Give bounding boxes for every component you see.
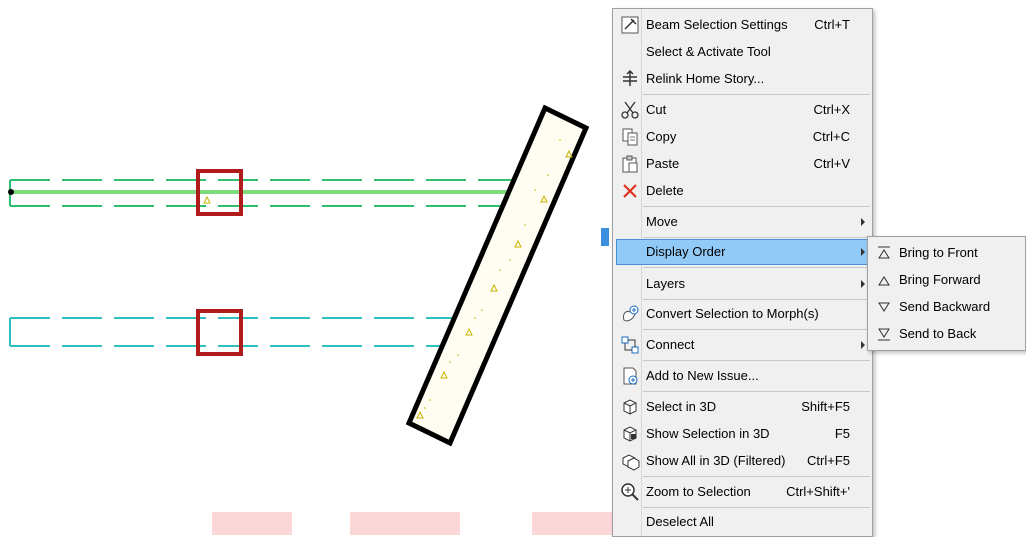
submenu-arrow-icon	[861, 218, 865, 226]
menu-shortcut: Shift+F5	[801, 399, 850, 414]
beam-upper[interactable]	[8, 179, 537, 207]
cube-all-icon	[619, 450, 641, 472]
send-to-back-icon	[875, 324, 893, 344]
menu-label: Convert Selection to Morph(s)	[646, 306, 819, 321]
menu-label: Bring to Front	[899, 245, 978, 260]
menu-shortcut: Ctrl+X	[813, 102, 850, 117]
submenu-item-bring-to-front[interactable]: Bring to Front	[869, 240, 1024, 266]
menu-item-zoom-to-selection[interactable]: Zoom to Selection Ctrl+Shift+'	[614, 479, 871, 505]
menu-shortcut: Ctrl+T	[814, 17, 850, 32]
menu-separator	[643, 237, 870, 238]
menu-item-show-selection-in-3d[interactable]: Show Selection in 3D F5	[614, 421, 871, 447]
menu-shortcut: F5	[834, 426, 850, 441]
bring-to-front-icon	[875, 243, 893, 263]
beam-lower[interactable]	[9, 317, 460, 347]
menu-item-relink-home-story[interactable]: Relink Home Story...	[614, 66, 871, 92]
menu-shortcut: Ctrl+C	[812, 129, 850, 144]
menu-label: Relink Home Story...	[646, 71, 765, 86]
zoom-selection-icon	[619, 481, 641, 503]
bring-forward-icon	[875, 270, 893, 290]
menu-separator	[643, 267, 870, 268]
menu-label: Show All in 3D (Filtered)	[646, 453, 786, 468]
menu-item-select-activate-tool[interactable]: Select & Activate Tool	[614, 39, 871, 65]
menu-label: Send to Back	[899, 326, 977, 341]
submenu-item-send-to-back[interactable]: Send to Back	[869, 321, 1024, 347]
menu-separator	[643, 476, 870, 477]
menu-item-move[interactable]: Move	[614, 209, 871, 235]
delete-x-icon	[619, 180, 641, 202]
submenu-arrow-icon	[861, 248, 865, 256]
menu-shortcut: Ctrl+Shift+'	[786, 484, 850, 499]
menu-separator	[643, 507, 870, 508]
menu-label: Bring Forward	[899, 272, 981, 287]
scissors-icon	[619, 99, 641, 121]
context-menu: Beam Selection Settings Ctrl+T Select & …	[612, 8, 873, 537]
menu-item-copy[interactable]: Copy Ctrl+C	[614, 124, 871, 150]
menu-item-display-order[interactable]: Display Order	[616, 239, 869, 265]
copy-icon	[619, 126, 641, 148]
menu-label: Beam Selection Settings	[646, 17, 788, 32]
relink-story-icon	[619, 68, 641, 90]
highlight-strip-2	[350, 512, 460, 535]
menu-label: Copy	[646, 129, 677, 144]
beam-diagonal[interactable]	[405, 104, 590, 447]
menu-label: Send Backward	[899, 299, 991, 314]
menu-item-show-all-in-3d[interactable]: Show All in 3D (Filtered) Ctrl+F5	[614, 448, 871, 474]
menu-item-paste[interactable]: Paste Ctrl+V	[614, 151, 871, 177]
menu-label: Zoom to Selection	[646, 484, 751, 499]
send-backward-icon	[875, 297, 893, 317]
menu-shortcut: Ctrl+V	[813, 156, 850, 171]
menu-label: Paste	[646, 156, 680, 171]
menu-separator	[643, 360, 870, 361]
morph-icon	[619, 303, 641, 325]
menu-item-layers[interactable]: Layers	[614, 271, 871, 297]
highlight-strip-3	[532, 512, 612, 535]
menu-label: Show Selection in 3D	[646, 426, 770, 441]
menu-separator	[643, 94, 870, 95]
menu-item-cut[interactable]: Cut Ctrl+X	[614, 97, 871, 123]
menu-shortcut: Ctrl+F5	[807, 453, 850, 468]
menu-separator	[643, 299, 870, 300]
menu-label: Select in 3D	[646, 399, 717, 414]
submenu-arrow-icon	[861, 280, 865, 288]
cube-select-icon	[619, 396, 641, 418]
menu-label: Layers	[646, 276, 686, 291]
submenu-item-bring-forward[interactable]: Bring Forward	[869, 267, 1024, 293]
highlight-strip-1	[212, 512, 292, 535]
submenu-item-send-backward[interactable]: Send Backward	[869, 294, 1024, 320]
menu-item-beam-selection-settings[interactable]: Beam Selection Settings Ctrl+T	[614, 12, 871, 38]
menu-item-add-to-new-issue[interactable]: Add to New Issue...	[614, 363, 871, 389]
menu-label: Connect	[646, 337, 695, 352]
connect-icon	[619, 334, 641, 356]
menu-label: Delete	[646, 183, 684, 198]
new-issue-icon	[619, 365, 641, 387]
side-marker	[601, 228, 609, 246]
menu-item-delete[interactable]: Delete	[614, 178, 871, 204]
menu-separator	[643, 206, 870, 207]
display-order-submenu: Bring to Front Bring Forward Send Backwa…	[867, 236, 1026, 351]
menu-item-deselect-all[interactable]: Deselect All	[614, 509, 871, 535]
cube-show-icon	[619, 423, 641, 445]
menu-item-select-in-3d[interactable]: Select in 3D Shift+F5	[614, 394, 871, 420]
paste-icon	[619, 153, 641, 175]
submenu-arrow-icon	[861, 341, 865, 349]
beam-settings-icon	[619, 14, 641, 36]
menu-item-connect[interactable]: Connect	[614, 332, 871, 358]
menu-label: Add to New Issue...	[646, 368, 759, 383]
menu-label: Cut	[646, 102, 667, 117]
menu-label: Display Order	[646, 244, 726, 259]
menu-item-convert-to-morph[interactable]: Convert Selection to Morph(s)	[614, 301, 871, 327]
menu-separator	[643, 329, 870, 330]
menu-label: Select & Activate Tool	[646, 44, 771, 59]
menu-label: Move	[646, 214, 678, 229]
menu-separator	[643, 391, 870, 392]
menu-label: Deselect All	[646, 514, 714, 529]
